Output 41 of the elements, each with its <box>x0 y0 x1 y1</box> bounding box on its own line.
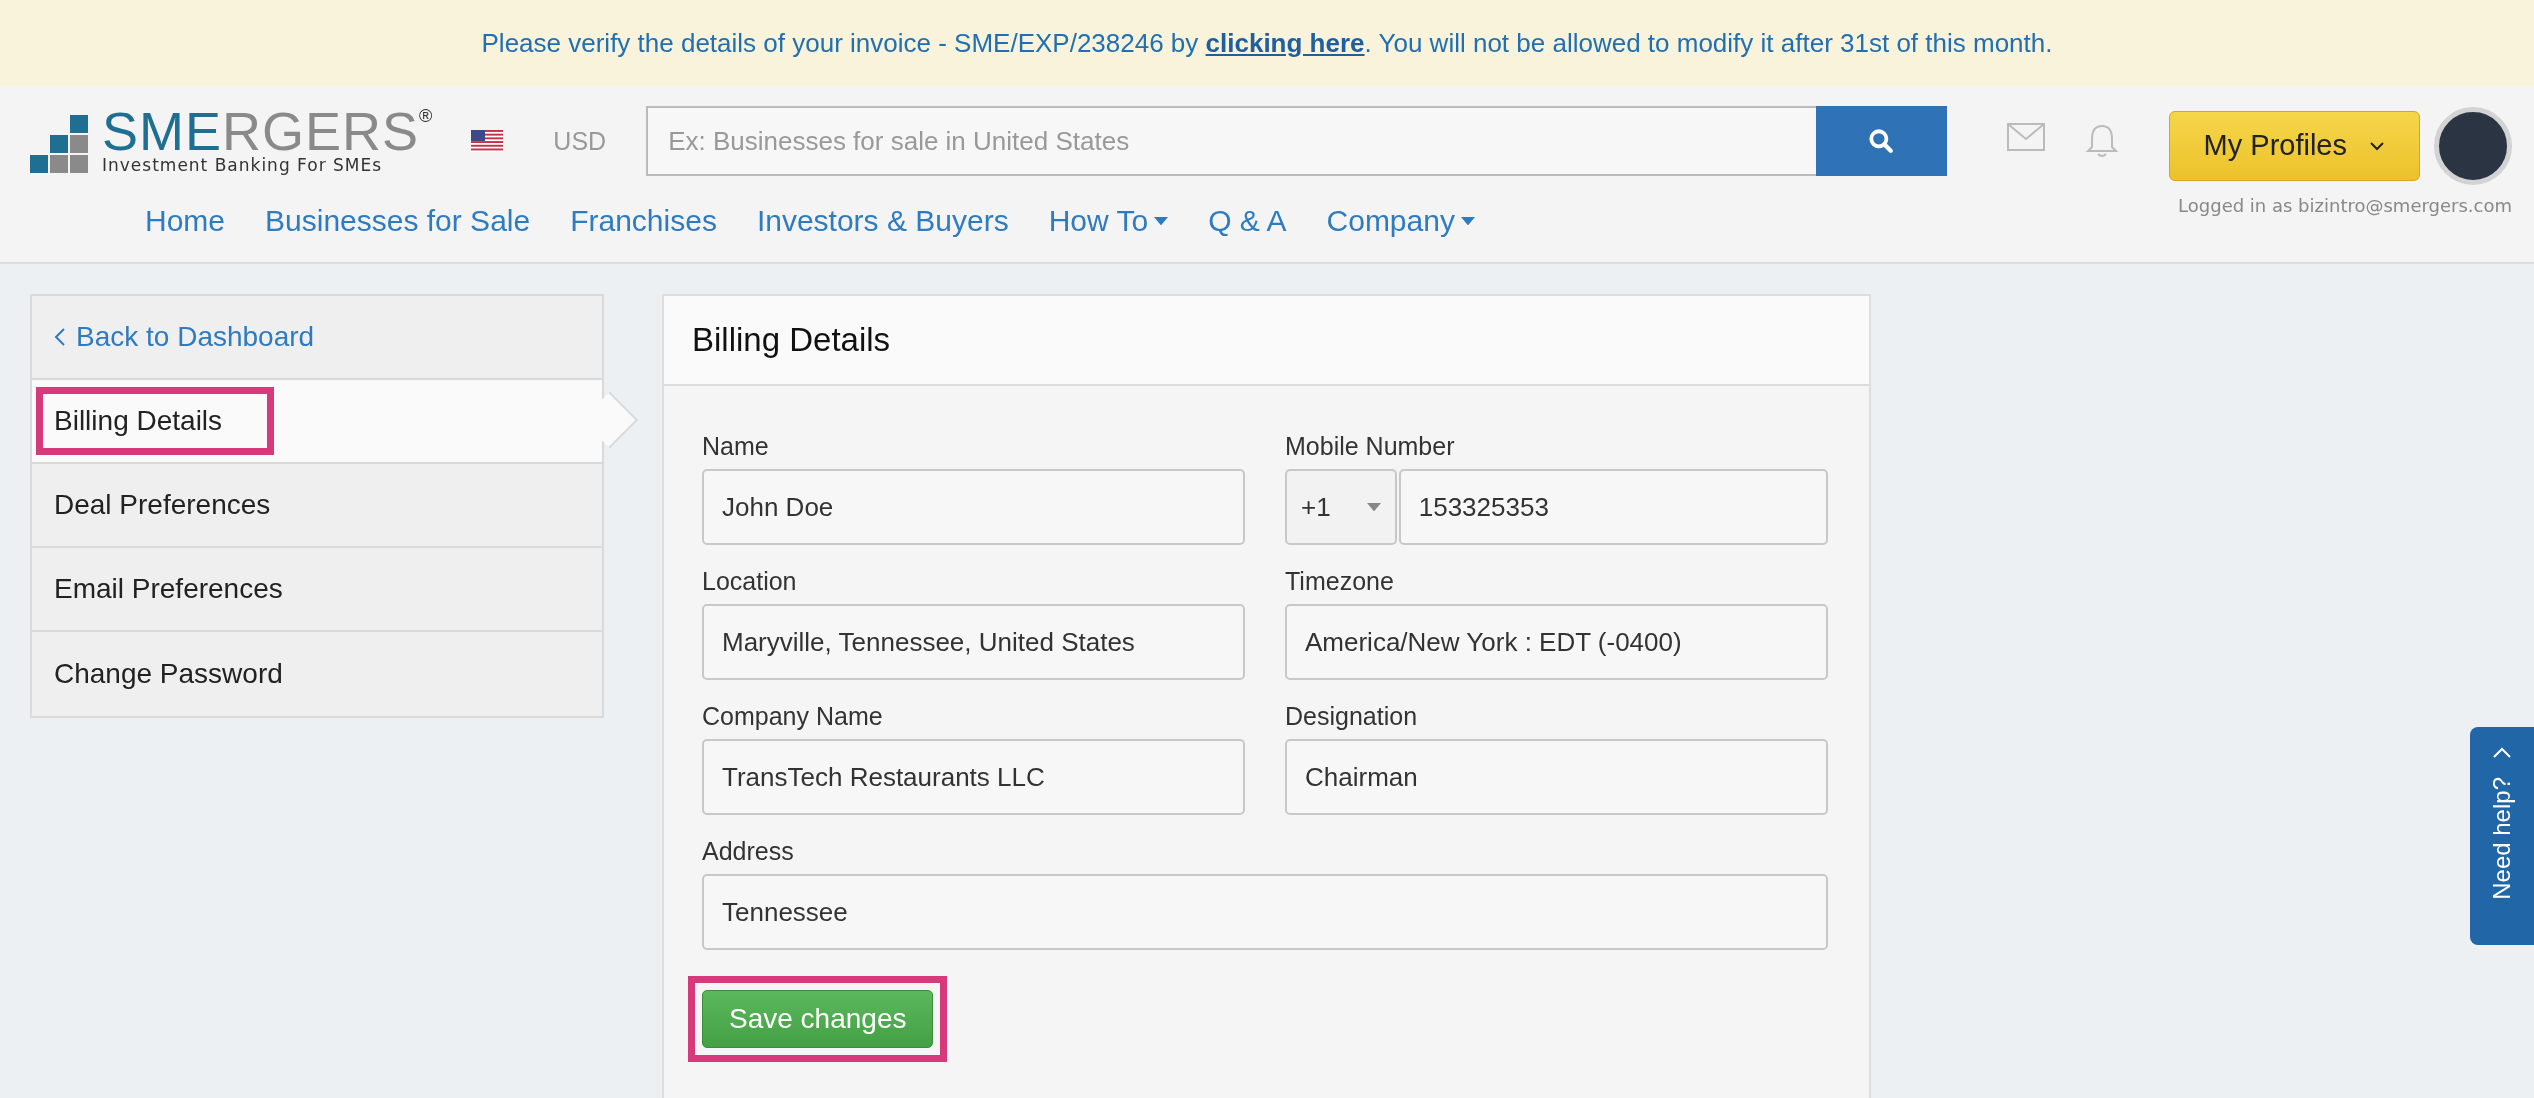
country-code-select[interactable]: +1 <box>1285 469 1397 545</box>
nav-link[interactable]: Q & A <box>1208 204 1287 238</box>
nav-link[interactable]: Franchises <box>570 204 717 238</box>
input-field[interactable]: Maryville, Tennessee, United States <box>702 604 1245 680</box>
caret-icon <box>1366 502 1381 512</box>
nav-link[interactable]: Company <box>1326 204 1475 238</box>
card-title: Billing Details <box>692 321 891 359</box>
chevron-down-icon <box>2369 140 2385 151</box>
input-field[interactable]: John Doe <box>702 469 1245 545</box>
field-label: Timezone <box>1285 567 1395 596</box>
nav-link[interactable]: Home <box>145 204 226 238</box>
caret-icon <box>1154 216 1169 226</box>
logged-in-text: Logged in as bizintro@smergers.com <box>2178 194 2512 216</box>
field-label: Mobile Number <box>1285 432 1456 461</box>
logo-wordmark: SMERGERS® <box>102 107 434 155</box>
chevron-up-icon <box>2492 747 2512 759</box>
need-help-tab[interactable]: Need help? <box>2470 727 2534 945</box>
field-label: Designation <box>1285 702 1419 731</box>
my-profiles-button[interactable]: My Profiles <box>2168 110 2420 181</box>
field-label: Address <box>702 837 795 866</box>
input-field[interactable]: Chairman <box>1285 739 1828 815</box>
input-field[interactable]: TransTech Restaurants LLC <box>702 739 1245 815</box>
input-field[interactable]: America/New York : EDT (-0400) <box>1285 604 1828 680</box>
field-label: Company Name <box>702 702 884 731</box>
nav-link[interactable]: Investors & Buyers <box>756 204 1009 238</box>
logo-tagline: Investment Banking For SMEs <box>102 155 384 175</box>
search-icon <box>1868 128 1895 154</box>
search-field[interactable]: Ex: Businesses for sale in United States <box>646 106 1816 176</box>
clicking-here-link[interactable]: clicking here <box>1205 27 1365 58</box>
search-button[interactable] <box>1815 106 1947 176</box>
field-label: Name <box>702 432 770 461</box>
nav-link[interactable]: Businesses for Sale <box>265 204 531 238</box>
caret-icon <box>1460 216 1475 226</box>
nav-link[interactable]: How To <box>1048 204 1169 238</box>
flag-icon <box>471 130 504 152</box>
input-field[interactable]: 153325353 <box>1398 469 1828 545</box>
back-to-dashboard-link[interactable]: Back to Dashboard <box>54 321 315 353</box>
chevron-left-icon <box>54 327 66 347</box>
input-field[interactable]: Tennessee <box>702 874 1828 950</box>
notice-text: Please verify the details of your invoice - SME/EXP/238246 by clicking here. You will not be allowed to modify it after 31st of this month. <box>481 27 2053 59</box>
field-label: Location <box>702 567 798 596</box>
